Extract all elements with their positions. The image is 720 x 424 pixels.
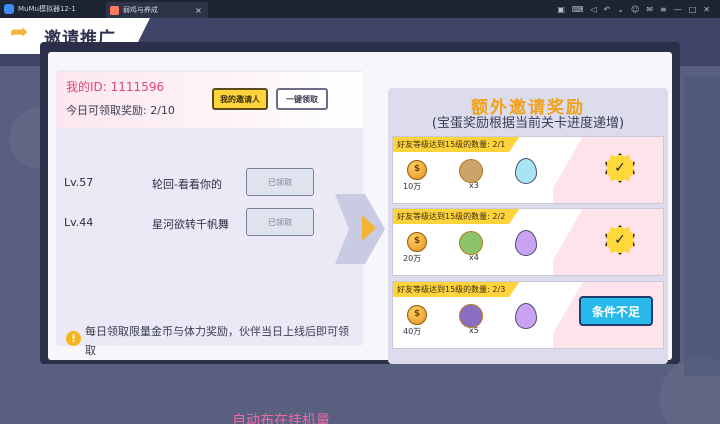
reward-notice: 每日领取限量金币与体力奖励，伙伴当日上线后即可领取 bbox=[85, 325, 349, 357]
mumu-logo-icon bbox=[4, 4, 14, 14]
more-icon[interactable]: ⌄ bbox=[617, 5, 624, 14]
game-tab-icon bbox=[109, 5, 119, 15]
egg-icon bbox=[515, 158, 537, 184]
friend-name: 轮回-看看你的 bbox=[152, 178, 222, 191]
exclamation-icon: ! bbox=[66, 331, 81, 346]
back-icon[interactable]: ↶ bbox=[604, 5, 611, 14]
coin-amount: 40万 bbox=[403, 327, 422, 336]
maximize-icon[interactable]: □ bbox=[689, 5, 697, 14]
minimize-icon[interactable]: — bbox=[674, 5, 682, 14]
claimed-button[interactable]: 已领取 bbox=[246, 168, 314, 196]
footer-scroll-text: 自动布在挂机量 bbox=[232, 413, 330, 424]
coin-icon: $ bbox=[407, 305, 427, 325]
keyboard-icon[interactable]: ⌨ bbox=[572, 5, 584, 14]
friend-row: Lv.57 轮回-看看你的 已领取 bbox=[56, 166, 363, 200]
tab-close-icon[interactable]: × bbox=[195, 6, 202, 15]
insufficient-condition-button[interactable]: 条件不足 bbox=[579, 296, 653, 326]
coin-amount: 10万 bbox=[403, 182, 422, 191]
reward-card: 好友等级达到15级的数量: 2/1 $ 10万 x3 ✓ bbox=[392, 136, 664, 204]
friend-name: 星河欲转千帆舞 bbox=[152, 218, 229, 231]
friend-row: Lv.44 星河欲转千帆舞 已领取 bbox=[56, 206, 363, 240]
close-icon[interactable]: ✕ bbox=[703, 5, 710, 14]
reward-requirement: 好友等级达到15级的数量: 2/1 bbox=[393, 137, 520, 152]
avatar-count: x5 bbox=[469, 326, 479, 335]
user-icon[interactable]: ☺ bbox=[631, 5, 639, 14]
titlebar-controls: ▣ ⌨ ◁ ↶ ⌄ ☺ ✉ ≡ — □ ✕ bbox=[557, 5, 710, 14]
my-id-label: 我的ID: bbox=[66, 80, 107, 94]
egg-icon bbox=[515, 303, 537, 329]
reward-requirement: 好友等级达到15级的数量: 2/3 bbox=[393, 282, 520, 297]
extra-rewards-subtitle: (宝蛋奖励根据当前关卡进度递增) bbox=[431, 116, 625, 131]
egg-icon bbox=[515, 230, 537, 256]
emulator-titlebar: MuMu模拟器12-1 弱鸡与养成 × ▣ ⌨ ◁ ↶ ⌄ ☺ ✉ ≡ — □ … bbox=[0, 0, 720, 18]
volume-icon[interactable]: ◁ bbox=[590, 5, 596, 14]
coin-amount: 20万 bbox=[403, 254, 422, 263]
tab-game[interactable]: 弱鸡与养成 × bbox=[105, 2, 208, 18]
menu-icon[interactable]: ≡ bbox=[660, 5, 667, 14]
friend-level: Lv.57 bbox=[64, 176, 94, 189]
my-id-value: 1111596 bbox=[110, 80, 165, 94]
reward-card: 好友等级达到15级的数量: 2/2 $ 20万 x4 ✓ bbox=[392, 208, 664, 276]
reward-requirement: 好友等级达到15级的数量: 2/2 bbox=[393, 209, 520, 224]
avatar-count: x3 bbox=[469, 181, 479, 190]
claim-all-button[interactable]: 一键领取 bbox=[276, 88, 328, 110]
claimed-button[interactable]: 已领取 bbox=[246, 208, 314, 236]
friend-level: Lv.44 bbox=[64, 216, 94, 229]
my-inviter-button[interactable]: 我的邀请人 bbox=[212, 88, 268, 110]
mail-icon[interactable]: ✉ bbox=[646, 5, 653, 14]
reward-card: 好友等级达到15级的数量: 2/3 $ 40万 x5 条件不足 bbox=[392, 281, 664, 349]
gamepad-icon[interactable]: ▣ bbox=[557, 5, 565, 14]
emulator-app-name: MuMu模拟器12-1 bbox=[18, 5, 76, 13]
character-avatar-icon bbox=[459, 159, 483, 183]
character-avatar-icon bbox=[459, 304, 483, 328]
tab-game-label: 弱鸡与养成 bbox=[122, 6, 158, 14]
claim-today-count: 今日可领取奖励: 2/10 bbox=[66, 104, 175, 117]
background-strip bbox=[684, 76, 720, 376]
coin-icon: $ bbox=[407, 232, 427, 252]
my-id: 我的ID: 1111596 bbox=[66, 78, 164, 95]
back-arrow-icon[interactable]: ➦ bbox=[10, 21, 38, 45]
coin-icon: $ bbox=[407, 160, 427, 180]
avatar-count: x4 bbox=[469, 253, 479, 262]
character-avatar-icon bbox=[459, 231, 483, 255]
